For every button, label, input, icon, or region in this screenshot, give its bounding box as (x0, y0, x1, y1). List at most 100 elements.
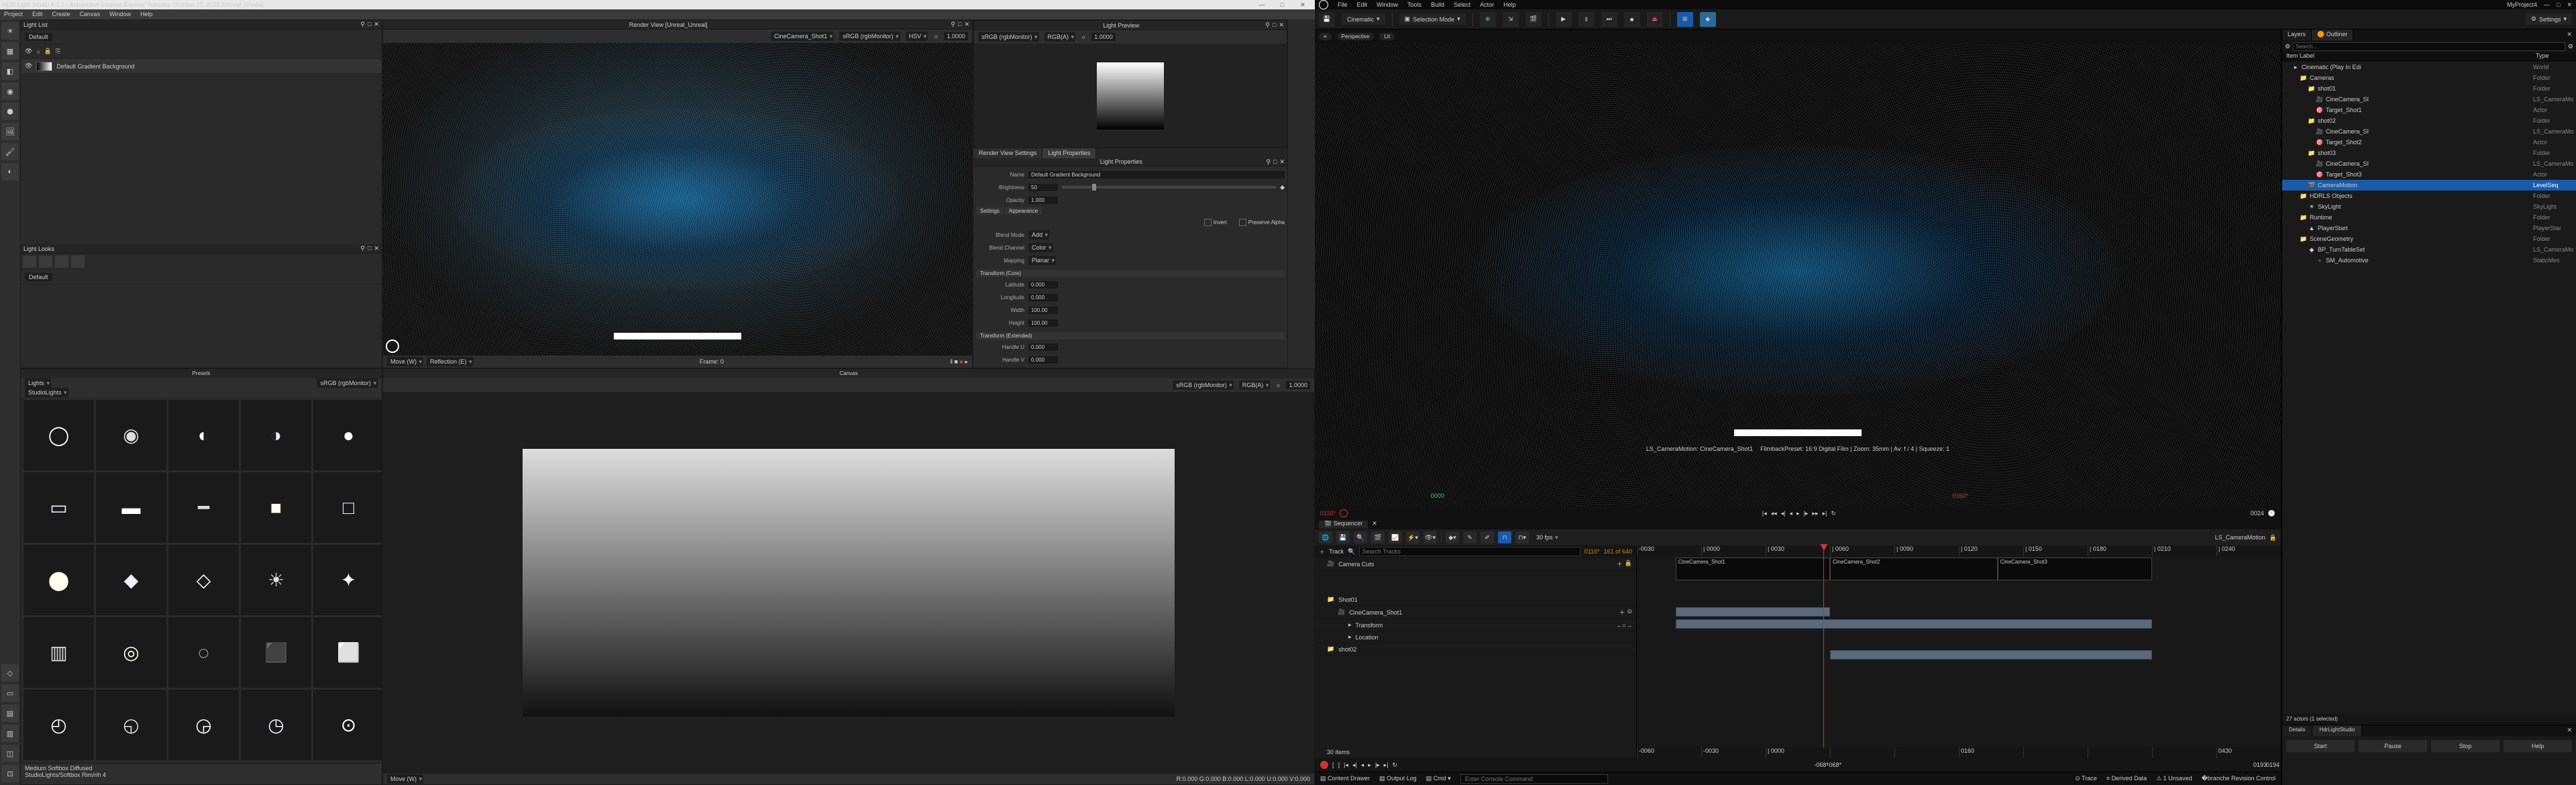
seq-step-fwd-icon[interactable]: |▸ (1375, 762, 1380, 769)
selection-mode-dropdown[interactable]: ▣Selection Mode▾ (1399, 13, 1466, 25)
preset-thumb[interactable]: ◵ (96, 690, 166, 760)
seq-in-a[interactable]: -068* (1815, 762, 1824, 768)
seq-curve-icon[interactable]: 📈 (1389, 531, 1402, 543)
width-value[interactable]: 100.00 (1028, 307, 1058, 314)
panel-pin-icon[interactable]: ⚲ (951, 21, 955, 28)
seq-autokey-icon[interactable]: ✎ (1463, 531, 1477, 543)
menu-window[interactable]: Window (109, 9, 131, 19)
brightness-slider[interactable] (1062, 186, 1276, 189)
add-key-icon[interactable]: ◆ (1280, 184, 1285, 191)
seq-render-icon[interactable]: 🎬 (1371, 531, 1385, 543)
presets-colorspace[interactable]: sRGB (rgbMonitor) (317, 378, 378, 388)
sequencer-timeline[interactable]: -0030| 0000| 0030| 0060| 0090| 0120| 015… (1637, 545, 2281, 758)
lock-toggle-icon[interactable]: 🔒 (44, 48, 52, 55)
ue-close-button[interactable]: ✕ (2567, 1, 2572, 9)
outliner-row[interactable]: 🎯Target_Shot3Actor (2282, 169, 2576, 180)
exposure-value[interactable]: 1.0000 (944, 32, 968, 40)
handleu-value[interactable]: 0.000 (1028, 344, 1058, 351)
preset-thumb[interactable]: ☀ (241, 545, 311, 615)
tab-close-icon[interactable]: ✕ (2563, 30, 2576, 40)
outliner-row[interactable]: 🎯Target_Shot2Actor (2282, 137, 2576, 148)
preset-thumb[interactable]: ◶ (168, 690, 239, 760)
lat-value[interactable]: 0.000 (1028, 281, 1058, 289)
hdrls-stop-button[interactable]: Stop (2431, 740, 2500, 752)
link-toggle-icon[interactable]: ⎘ (56, 48, 60, 55)
lightpreview-viewport[interactable] (974, 44, 1287, 148)
tool-panel-icon[interactable]: ▦ (1, 42, 19, 60)
pause-button[interactable]: ‖ (1578, 12, 1595, 27)
ue-menu-window[interactable]: Window (1377, 1, 1398, 8)
presets-category[interactable]: Lights (25, 378, 51, 388)
clock-icon[interactable]: 🕐 (2268, 510, 2275, 517)
mode-dropdown[interactable]: Cinematic▾ (1342, 13, 1385, 25)
vis-toggle-icon[interactable]: 👁 (25, 48, 32, 55)
track-transform[interactable]: ▸Transform←○→ (1315, 619, 1636, 631)
step-fwd-icon[interactable]: ▸▸ (1812, 510, 1818, 517)
sun-icon[interactable]: ☼ (1081, 34, 1086, 40)
pause-icon[interactable]: ‖ (950, 358, 953, 365)
panel-max-icon[interactable]: □ (368, 245, 371, 252)
opacity-value[interactable]: 1.000 (1028, 197, 1058, 204)
outliner-row[interactable]: ◆BP_TurnTableSetLS_CameraMotion Edit BP_… (2282, 244, 2576, 255)
preset-thumb[interactable]: ◷ (241, 690, 311, 760)
preset-thumb[interactable]: ⬛ (241, 617, 311, 688)
loop-icon[interactable]: ↻ (1831, 510, 1836, 517)
preset-thumb[interactable]: ◎ (96, 617, 166, 688)
preset-thumb[interactable]: ■ (241, 472, 311, 543)
panel-max-icon[interactable]: □ (1273, 158, 1277, 166)
look-btn-3[interactable] (55, 256, 68, 268)
lit-dropdown[interactable]: Lit (1379, 33, 1394, 40)
colorspace-dropdown[interactable]: sRGB (rgbMonitor) (839, 32, 900, 41)
seq-action-icon[interactable]: ⚡▾ (1406, 531, 1419, 543)
track-search-input[interactable] (1359, 547, 1580, 556)
tool-circle-icon[interactable]: ◉ (1, 83, 19, 100)
ue-menu-select[interactable]: Select (1454, 1, 1470, 8)
playhead[interactable] (1823, 545, 1824, 758)
ue-menu-edit[interactable]: Edit (1357, 1, 1368, 8)
preset-thumb[interactable]: ◆ (96, 545, 166, 615)
unsaved-indicator[interactable]: ⚠ 1 Unsaved (2156, 775, 2192, 782)
preset-thumb[interactable]: ▬ (96, 472, 166, 543)
look-btn-1[interactable] (23, 256, 36, 268)
track-location[interactable]: ▸Location (1315, 631, 1636, 643)
outliner-row[interactable]: 🎬CameraMotionLevelSeq (2282, 180, 2576, 191)
hdrls-help-button[interactable]: Help (2504, 740, 2572, 752)
menu-create[interactable]: Create (52, 9, 70, 19)
record-indicator-icon[interactable] (1340, 509, 1348, 517)
sun-icon[interactable]: ☼ (1275, 382, 1281, 388)
ue-maximize-button[interactable]: □ (2557, 1, 2560, 8)
preset-thumb[interactable]: ◌ (168, 617, 239, 688)
ue-menu-build[interactable]: Build (1431, 1, 1444, 8)
panel-pin-icon[interactable]: ⚲ (360, 21, 365, 28)
panel-pin-icon[interactable]: ⚲ (1266, 158, 1271, 166)
menu-project[interactable]: Project (4, 9, 23, 19)
panel-close-icon[interactable]: ✕ (1279, 158, 1285, 166)
cmd-dropdown[interactable]: ▤ Cmd ▾ (1426, 775, 1451, 782)
solo-toggle-icon[interactable]: ○ (36, 48, 40, 55)
tool-gradient-icon[interactable]: ◧ (1, 62, 19, 80)
ue-viewport[interactable]: LS_CameraMotion: CineCamera_Shot1 Filmba… (1315, 43, 2281, 517)
panel-close-icon[interactable]: ✕ (1279, 21, 1284, 29)
lightlist-item[interactable]: 👁 Default Gradient Background (21, 59, 382, 74)
menu-canvas[interactable]: Canvas (80, 9, 101, 19)
tool-e[interactable]: ◫ (1, 745, 19, 762)
seq-mark-in-icon[interactable]: [ (1332, 762, 1334, 768)
platform-win-icon[interactable]: ⊞ (1677, 12, 1693, 27)
seq-edit-icon[interactable]: ✐ (1481, 531, 1494, 543)
eject-button[interactable]: ⏏ (1647, 12, 1663, 27)
next-icon[interactable]: ▸ (965, 358, 968, 365)
panel-max-icon[interactable]: □ (1273, 21, 1276, 29)
seq-out-a[interactable]: 0193 (2253, 762, 2263, 768)
outliner-row[interactable]: 📁CamerasFolder (2282, 72, 2576, 83)
channel-value[interactable]: Color (1028, 243, 1053, 252)
tab-close-icon[interactable]: ✕ (2563, 725, 2576, 736)
seq-lock-icon[interactable]: 🔒 (2269, 534, 2277, 541)
step-back-icon[interactable]: ◂◂ (1771, 510, 1777, 517)
outliner-row[interactable]: ▸Cinematic (Play In EdiWorld (2282, 62, 2576, 72)
seq-snap-opts-icon[interactable]: ⊓▾ (1515, 531, 1529, 543)
seq-loop-icon[interactable]: ↻ (1393, 762, 1398, 769)
seq-mark-out-icon[interactable]: ] (1338, 762, 1340, 768)
preset-thumb[interactable]: ◐ (168, 400, 239, 470)
move-mode[interactable]: Move (W) (387, 357, 423, 366)
preset-thumb[interactable]: □ (313, 472, 382, 543)
